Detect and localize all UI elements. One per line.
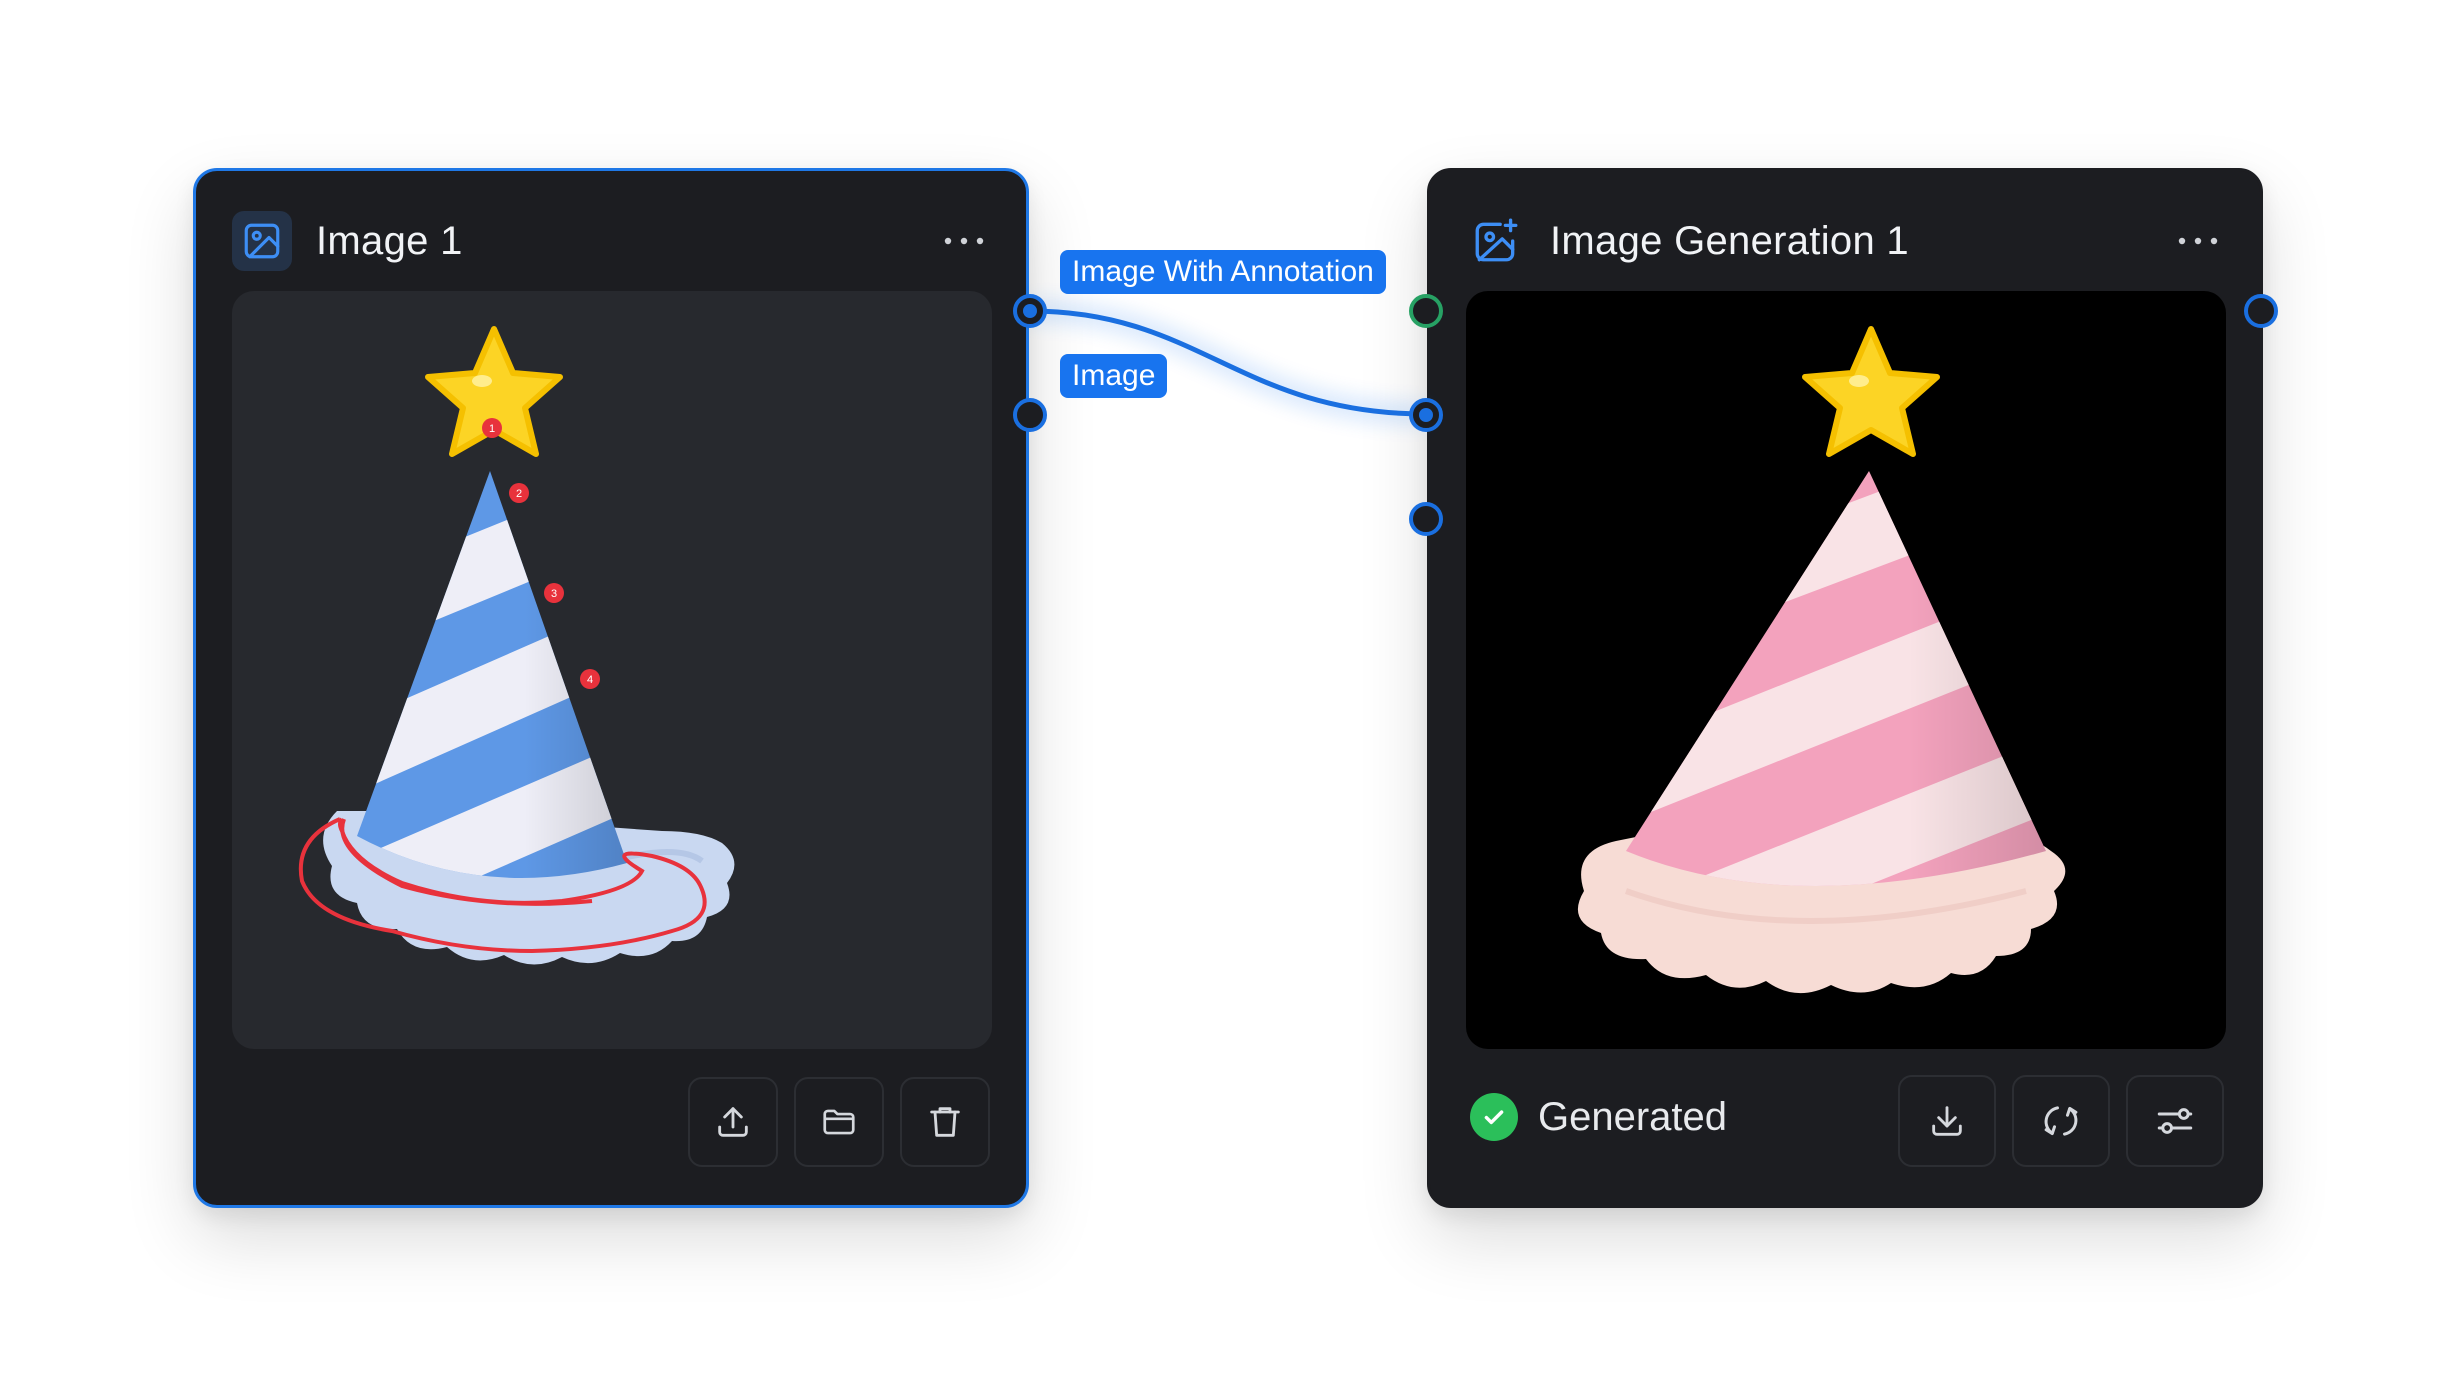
output-port-image[interactable] xyxy=(1013,398,1047,432)
input-port-image[interactable] xyxy=(1409,398,1443,432)
output-port-generation[interactable] xyxy=(2244,294,2278,328)
output-port-image-with-annotation[interactable] xyxy=(1013,294,1047,328)
connection-wire[interactable] xyxy=(0,0,2447,1378)
connection-label-image-with-annotation[interactable]: Image With Annotation xyxy=(1060,250,1386,294)
input-port-1[interactable] xyxy=(1409,294,1443,328)
connection-label-image[interactable]: Image xyxy=(1060,354,1168,398)
input-port-3[interactable] xyxy=(1409,502,1443,536)
